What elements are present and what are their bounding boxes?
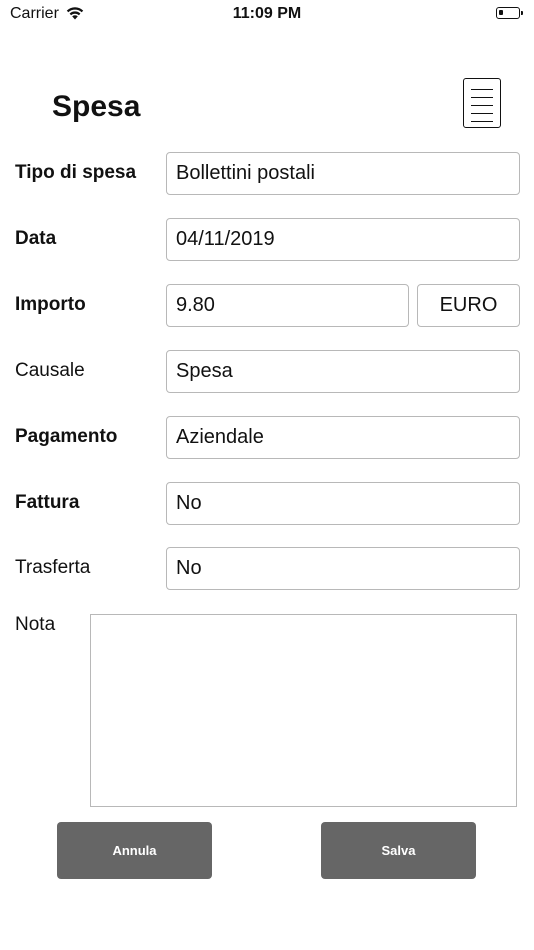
pagamento-label: Pagamento [15, 426, 118, 447]
importo-label: Importo [15, 294, 86, 315]
causale-label: Causale [15, 360, 85, 381]
fattura-field[interactable]: No [166, 482, 520, 525]
status-bar: Carrier 11:09 PM [0, 0, 534, 28]
date-field[interactable]: 04/11/2019 [166, 218, 520, 261]
battery-tip [521, 11, 523, 15]
battery-level [499, 10, 503, 15]
tipo-spesa-field[interactable]: Bollettini postali [166, 152, 520, 195]
trasferta-field[interactable]: No [166, 547, 520, 590]
status-time: 11:09 PM [232, 5, 302, 22]
nota-textarea[interactable] [90, 614, 517, 807]
pagamento-field[interactable]: Aziendale [166, 416, 520, 459]
tipo-spesa-label: Tipo di spesa [15, 162, 137, 183]
trasferta-label: Trasferta [15, 557, 91, 578]
causale-field[interactable]: Spesa [166, 350, 520, 393]
fattura-label: Fattura [15, 492, 80, 513]
data-label: Data [15, 228, 57, 249]
cancel-button[interactable]: Annula [57, 822, 212, 879]
page-title: Spesa [52, 90, 141, 123]
nota-label: Nota [15, 614, 56, 635]
amount-field[interactable]: 9.80 [166, 284, 409, 327]
document-menu-button[interactable] [463, 78, 501, 128]
currency-selector[interactable]: EURO [417, 284, 520, 327]
battery-icon [496, 7, 520, 19]
save-button[interactable]: Salva [321, 822, 476, 879]
